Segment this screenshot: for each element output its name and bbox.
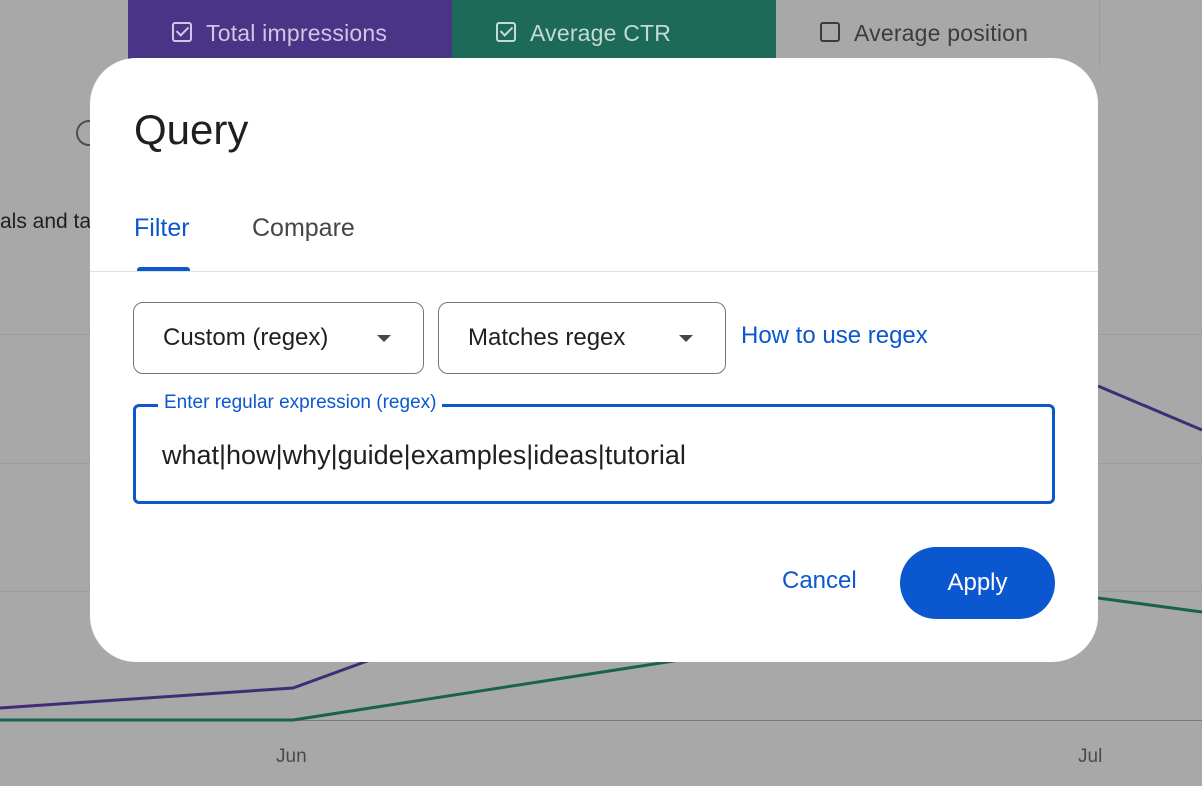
- query-type-select[interactable]: Custom (regex): [133, 302, 424, 374]
- impressions-series-line-right: [1097, 384, 1202, 432]
- dropdown-arrow-icon: [377, 335, 391, 342]
- apply-button[interactable]: Apply: [900, 547, 1055, 619]
- cancel-button[interactable]: Cancel: [782, 567, 857, 595]
- regex-field[interactable]: Enter regular expression (regex): [133, 392, 1055, 504]
- tab-compare[interactable]: Compare: [252, 214, 355, 243]
- regex-help-link[interactable]: How to use regex: [741, 322, 928, 350]
- ctr-series-line-right: [1097, 596, 1202, 614]
- query-filter-dialog: Query Filter Compare Custom (regex) Matc…: [90, 58, 1098, 662]
- regex-input[interactable]: [162, 435, 1022, 475]
- ctr-series-line: [0, 658, 681, 722]
- tab-filter[interactable]: Filter: [134, 214, 190, 243]
- match-operator-select[interactable]: Matches regex: [438, 302, 726, 374]
- dropdown-arrow-icon: [679, 335, 693, 342]
- query-type-select-value: Custom (regex): [163, 324, 329, 351]
- x-axis-label-jun: Jun: [276, 746, 307, 767]
- dialog-title: Query: [134, 106, 249, 153]
- impressions-series-line: [0, 658, 371, 710]
- tab-divider: [90, 271, 1098, 272]
- match-operator-select-value: Matches regex: [468, 324, 626, 351]
- regex-field-label: Enter regular expression (regex): [158, 392, 443, 414]
- x-axis-label-jul: Jul: [1078, 746, 1103, 767]
